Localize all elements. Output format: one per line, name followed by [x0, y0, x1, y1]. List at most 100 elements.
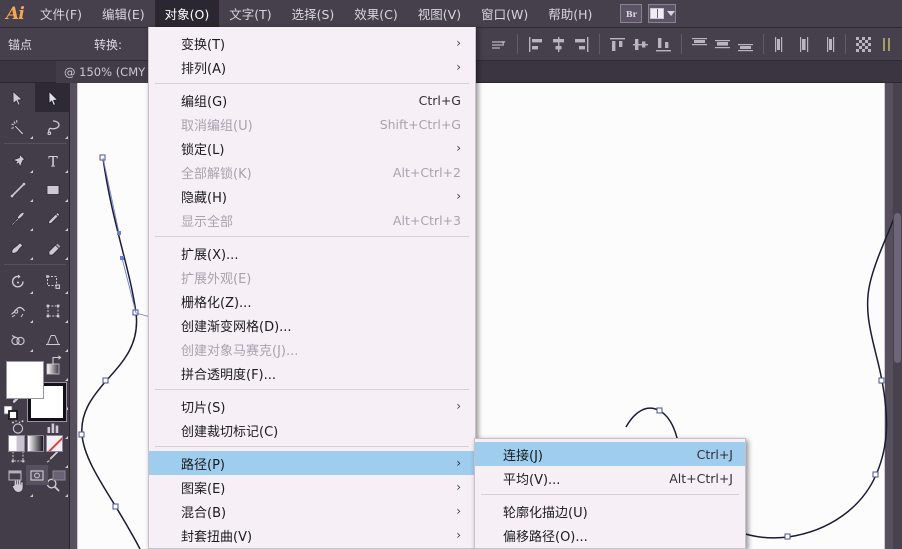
- object-menu-item-6[interactable]: 隐藏(H) ›: [149, 184, 475, 208]
- fill-swatch[interactable]: [6, 361, 44, 399]
- normal-screen-mode-button[interactable]: [4, 465, 26, 485]
- panel-options-icon[interactable]: [876, 34, 897, 55]
- object-menu-item-label: 扩展(X)...: [181, 247, 239, 263]
- arrange-documents-icon[interactable]: [648, 4, 677, 23]
- distribute-center-horizontal-icon[interactable]: [794, 34, 815, 55]
- object-menu-item-11[interactable]: 创建渐变网格(D)...: [149, 313, 475, 337]
- menubar-item-5[interactable]: 效果(C): [344, 0, 407, 28]
- bridge-icon[interactable]: Br: [620, 4, 643, 23]
- object-menu-item-8[interactable]: 扩展(X)...: [149, 241, 475, 265]
- type-tool[interactable]: T: [35, 146, 70, 175]
- rectangle-tool[interactable]: [35, 175, 70, 204]
- object-menu-item-2[interactable]: 编组(G) Ctrl+G: [149, 88, 475, 112]
- menubar-item-1[interactable]: 编辑(E): [92, 0, 155, 28]
- align-center-horizontal-icon[interactable]: [548, 34, 569, 55]
- path-submenu-item-label: 平均(V)...: [503, 472, 561, 488]
- arrange-grid-icon: [649, 8, 664, 19]
- object-menu-item-label: 路径(P): [181, 457, 225, 473]
- screen-mode-buttons: [4, 465, 70, 485]
- path-submenu-item-3[interactable]: 偏移路径(O)...: [475, 523, 745, 547]
- object-menu-item-7: 显示全部 Alt+Ctrl+3: [149, 208, 475, 232]
- stroke-style-icon[interactable]: [489, 34, 510, 55]
- menubar-item-label: 文字(T): [229, 7, 272, 22]
- align-top-icon[interactable]: [607, 34, 628, 55]
- menubar-item-label: 编辑(E): [101, 7, 145, 22]
- blob-brush-tool[interactable]: [0, 233, 35, 262]
- menubar-item-0[interactable]: 文件(F): [30, 0, 92, 28]
- object-menu-item-0[interactable]: 变换(T) ›: [149, 31, 475, 55]
- document-tab[interactable]: @ 150% (CMY: [56, 61, 157, 83]
- object-menu-item-1[interactable]: 排列(A) ›: [149, 55, 475, 79]
- pencil-tool[interactable]: [35, 204, 70, 233]
- object-menu-item-label: 隐藏(H): [181, 190, 227, 206]
- path-submenu-item-2[interactable]: 轮廓化描边(U): [475, 499, 745, 523]
- eraser-tool[interactable]: [35, 233, 70, 262]
- paintbrush-tool[interactable]: [0, 204, 35, 233]
- menu-separator: [155, 236, 469, 237]
- perspective-grid-tool[interactable]: [35, 325, 70, 354]
- rotate-tool[interactable]: [0, 267, 35, 296]
- menubar-item-7[interactable]: 窗口(W): [471, 0, 538, 28]
- object-menu-item-label: 拼合透明度(F)...: [181, 367, 277, 383]
- vertical-scrollbar[interactable]: [893, 83, 902, 549]
- menubar-item-4[interactable]: 选择(S): [282, 0, 345, 28]
- magic-wand-tool[interactable]: [0, 112, 35, 141]
- full-screen-menu-mode-button[interactable]: [26, 465, 48, 485]
- object-menu-item-label: 变换(T): [181, 37, 226, 53]
- object-menu-item-label: 创建裁切标记(C): [181, 424, 279, 440]
- distribute-center-vertical-icon[interactable]: [712, 34, 733, 55]
- object-menu-item-15[interactable]: 创建裁切标记(C): [149, 418, 475, 442]
- path-submenu-item-1[interactable]: 平均(V)... Alt+Ctrl+J: [475, 466, 745, 490]
- direct-selection-tool[interactable]: [35, 83, 70, 112]
- solid-color-mode-button[interactable]: [8, 435, 25, 452]
- menubar-item-3[interactable]: 文字(T): [219, 0, 281, 28]
- menubar-item-8[interactable]: 帮助(H): [538, 0, 602, 28]
- menubar-item-2[interactable]: 对象(O): [154, 0, 220, 28]
- object-menu-item-label: 混合(B): [181, 505, 227, 521]
- chevron-right-icon: ›: [456, 141, 461, 155]
- none-mode-button[interactable]: [46, 435, 63, 452]
- width-tool[interactable]: [0, 296, 35, 325]
- menu-bar: Ai 文件(F) 编辑(E) 对象(O) 文字(T) 选择(S) 效果(C) 视图(V) 窗口…: [0, 0, 902, 28]
- line-segment-tool[interactable]: [0, 175, 35, 204]
- object-menu-item-18[interactable]: 混合(B) ›: [149, 499, 475, 523]
- lasso-tool[interactable]: [35, 112, 70, 141]
- path-submenu-item-0[interactable]: 连接(J) Ctrl+J: [475, 442, 745, 466]
- pen-tool[interactable]: [0, 146, 35, 175]
- swap-fill-stroke-icon[interactable]: [50, 351, 64, 365]
- scrollbar-thumb[interactable]: [894, 213, 901, 363]
- distribute-left-icon[interactable]: [771, 34, 792, 55]
- object-menu-item-19[interactable]: 封套扭曲(V) ›: [149, 523, 475, 547]
- toolbar-divider: [599, 34, 600, 54]
- object-menu-item-13[interactable]: 拼合透明度(F)...: [149, 361, 475, 385]
- object-menu-item-16[interactable]: 路径(P) ›: [149, 451, 475, 475]
- scale-tool[interactable]: [35, 267, 70, 296]
- object-menu-item-17[interactable]: 图案(E) ›: [149, 475, 475, 499]
- distribute-top-icon[interactable]: [689, 34, 710, 55]
- align-right-icon[interactable]: [571, 34, 592, 55]
- selection-tool[interactable]: [0, 83, 35, 112]
- shape-builder-tool[interactable]: [0, 325, 35, 354]
- default-fill-stroke-icon[interactable]: [3, 405, 18, 420]
- gradient-mode-button[interactable]: [27, 435, 44, 452]
- transparency-grid-icon[interactable]: [853, 34, 874, 55]
- align-center-vertical-icon[interactable]: [630, 34, 651, 55]
- object-menu-item-14[interactable]: 切片(S) ›: [149, 394, 475, 418]
- menubar-item-6[interactable]: 视图(V): [408, 0, 471, 28]
- align-left-icon[interactable]: [525, 34, 546, 55]
- free-transform-tool[interactable]: [35, 296, 70, 325]
- chevron-right-icon: ›: [456, 36, 461, 50]
- menu-separator: [481, 494, 739, 495]
- path-submenu-item-label: 偏移路径(O)...: [503, 529, 588, 545]
- selection-type-label: 锚点: [8, 37, 33, 52]
- distribute-right-icon[interactable]: [817, 34, 838, 55]
- menubar-item-label: 文件(F): [40, 7, 82, 22]
- full-screen-mode-button[interactable]: [48, 465, 70, 485]
- object-menu-item-10[interactable]: 栅格化(Z)...: [149, 289, 475, 313]
- path-submenu-item-shortcut: Alt+Ctrl+J: [669, 470, 733, 486]
- distribute-bottom-icon[interactable]: [735, 34, 756, 55]
- object-menu-item-label: 锁定(L): [181, 142, 225, 158]
- align-bottom-icon[interactable]: [653, 34, 674, 55]
- chevron-right-icon: ›: [456, 480, 461, 494]
- object-menu-item-4[interactable]: 锁定(L) ›: [149, 136, 475, 160]
